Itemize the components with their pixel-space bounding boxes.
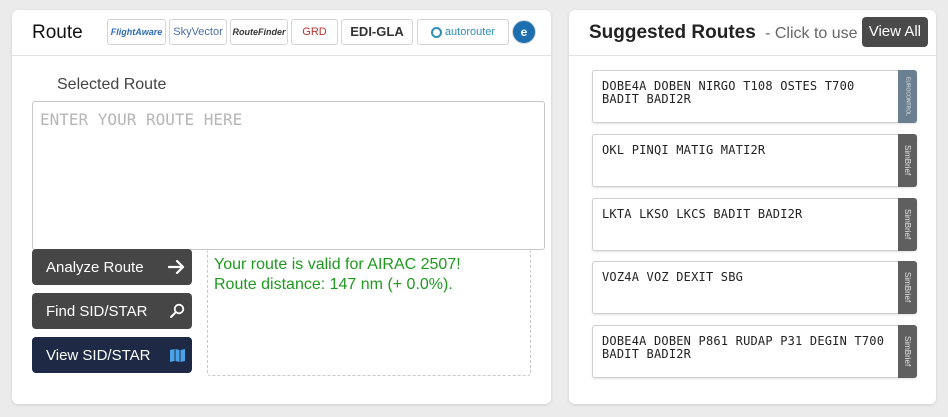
suggested-route-item[interactable]: LKTA LKSO LKCS BADIT BADI2R SimBrief xyxy=(592,198,917,251)
provider-flightaware[interactable]: FlightAware xyxy=(107,19,166,45)
route-source-badge: SimBrief xyxy=(898,325,917,378)
route-distance: Route distance: 147 nm (+ 0.0%). xyxy=(214,276,453,293)
suggested-routes-panel: Suggested Routes - Click to use View All… xyxy=(569,10,936,404)
find-sid-star-label: Find SID/STAR xyxy=(46,302,148,320)
selected-route-label: Selected Route xyxy=(57,76,167,93)
suggested-route-item[interactable]: OKL PINQI MATIG MATI2R SimBrief xyxy=(592,134,917,187)
view-sid-star-button[interactable]: View SID/STAR xyxy=(32,337,192,373)
suggested-route-text: OKL PINQI MATIG MATI2R xyxy=(602,143,766,157)
find-sid-star-button[interactable]: Find SID/STAR xyxy=(32,293,192,329)
suggested-route-item[interactable]: DOBE4A DOBEN P861 RUDAP P31 DEGIN T700 B… xyxy=(592,325,917,378)
provider-skyvector[interactable]: SkyVector xyxy=(169,19,227,45)
validation-message: Your route is valid for AIRAC 2507! xyxy=(214,256,461,273)
route-input[interactable] xyxy=(32,101,545,250)
suggested-route-item[interactable]: DOBE4A DOBEN NIRGO T108 OSTES T700 BADIT… xyxy=(592,70,917,123)
route-panel: Route FlightAware SkyVector RouteFinder … xyxy=(12,10,551,404)
route-source-badge: SimBrief xyxy=(898,198,917,251)
view-all-button[interactable]: View All xyxy=(861,17,928,47)
route-title: Route xyxy=(32,22,83,43)
provider-grd[interactable]: GRD xyxy=(291,19,338,45)
route-panel-header: Route FlightAware SkyVector RouteFinder … xyxy=(12,10,551,56)
suggested-routes-subtitle: - Click to use xyxy=(765,25,858,42)
analyze-route-button[interactable]: Analyze Route xyxy=(32,249,192,285)
view-sid-star-label: View SID/STAR xyxy=(46,346,151,364)
analyze-route-label: Analyze Route xyxy=(46,258,144,276)
route-source-badge: SimBrief xyxy=(898,134,917,187)
route-source-badge: SimBrief xyxy=(898,261,917,314)
route-source-badge: EUROCONTROL xyxy=(898,70,917,123)
suggested-route-text: VOZ4A VOZ DEXIT SBG xyxy=(602,270,744,284)
suggested-routes-header: Suggested Routes - Click to use View All xyxy=(569,10,936,56)
suggested-route-item[interactable]: VOZ4A VOZ DEXIT SBG SimBrief xyxy=(592,261,917,314)
arrow-right-icon xyxy=(162,260,192,274)
provider-edi-gla[interactable]: EDI-GLA xyxy=(341,19,413,45)
provider-eurocontrol[interactable]: e xyxy=(512,20,536,44)
suggested-routes-title-text: Suggested Routes xyxy=(589,22,756,43)
suggested-routes-title: Suggested Routes - Click to use xyxy=(589,22,858,44)
map-icon xyxy=(162,348,192,363)
suggested-route-text: DOBE4A DOBEN NIRGO T108 OSTES T700 BADIT… xyxy=(602,79,855,106)
autorouter-icon xyxy=(430,26,442,38)
suggested-route-text: DOBE4A DOBEN P861 RUDAP P31 DEGIN T700 B… xyxy=(602,334,885,361)
search-icon xyxy=(162,303,192,319)
route-validation-result: Your route is valid for AIRAC 2507! Rout… xyxy=(207,249,531,376)
suggested-route-text: LKTA LKSO LKCS BADIT BADI2R xyxy=(602,207,803,221)
provider-routefinder[interactable]: RouteFinder xyxy=(230,19,288,45)
provider-autorouter[interactable]: autorouter xyxy=(417,19,509,45)
